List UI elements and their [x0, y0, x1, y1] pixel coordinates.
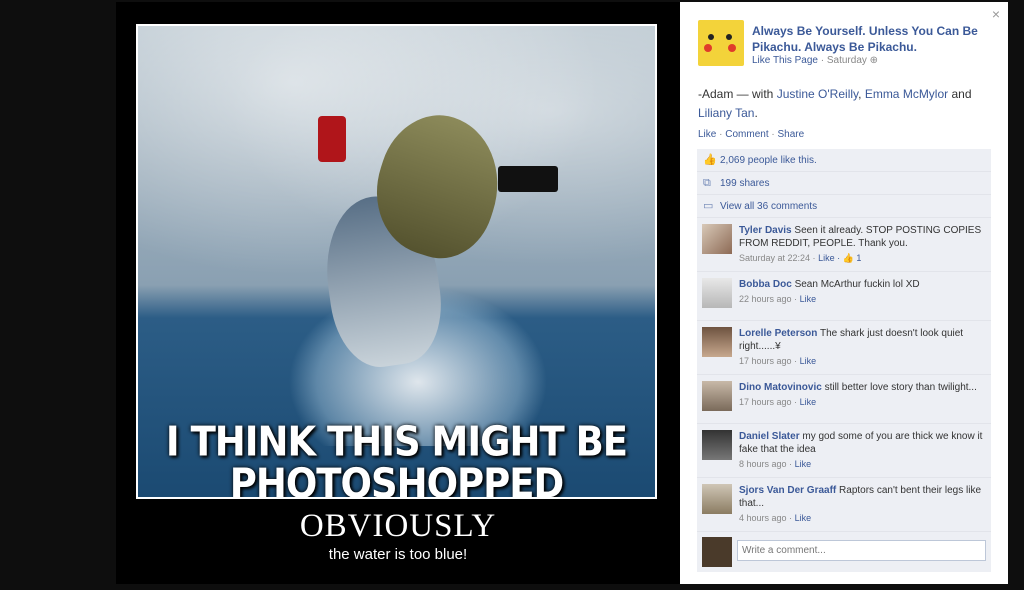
comment-meta: 17 hours ago · Like	[739, 397, 817, 407]
dynamite-graphic	[318, 116, 346, 162]
poster-subtitle: the water is too blue!	[328, 546, 468, 563]
write-comment-row: Write a comment...	[697, 532, 991, 572]
post-text-prefix: -Adam — with	[698, 87, 774, 101]
comment-like-count[interactable]: · 👍 1	[837, 253, 861, 263]
comment-item: Tyler Davis Seen it already. STOP POSTIN…	[697, 218, 991, 272]
uzi-graphic	[498, 166, 558, 192]
comment-input[interactable]: Write a comment...	[737, 540, 986, 561]
comment-item: Bobba Doc Sean McArthur fuckin lol XD 22…	[697, 272, 991, 321]
comment-link[interactable]: Comment	[725, 129, 768, 140]
comment-text: still better love story than twilight...	[824, 382, 977, 393]
avatar[interactable]	[702, 381, 732, 411]
feedback-box: 👍 2,069 people like this. ⧉ 199 shares ▭…	[697, 149, 991, 572]
comment-like-link[interactable]: Like	[800, 397, 817, 407]
comment-meta: 22 hours ago · Like	[739, 294, 817, 304]
comment-item: Sjors Van Der Graaff Raptors can't bent …	[697, 478, 991, 532]
page-meta: Like This Page · Saturday ⊕	[752, 55, 878, 66]
avatar[interactable]	[702, 224, 732, 254]
tagged-user-link[interactable]: Emma McMylor	[865, 87, 948, 101]
comment-icon: ▭	[703, 199, 714, 212]
tagged-user-link[interactable]: Justine O'Reilly	[777, 87, 858, 101]
comment-like-link[interactable]: Like	[795, 513, 812, 523]
photo-stage: I THINK THIS MIGHT BE PHOTOSHOPPED OBVIO…	[116, 2, 680, 584]
post-text: -Adam — with Justine O'Reilly, Emma McMy…	[698, 87, 972, 120]
avatar[interactable]	[702, 430, 732, 460]
poster-title: OBVIOUSLY	[299, 508, 497, 544]
comment-author-link[interactable]: Sjors Van Der Graaff	[739, 485, 836, 496]
view-comments-link[interactable]: View all 36 comments	[720, 201, 817, 212]
shares-row[interactable]: ⧉ 199 shares	[697, 172, 991, 195]
thumbs-up-icon: 👍	[703, 153, 717, 166]
comment-item: Daniel Slater my god some of you are thi…	[697, 424, 991, 478]
and-text: and	[951, 87, 972, 101]
globe-icon: ⊕	[869, 55, 879, 66]
comment-author-link[interactable]: Lorelle Peterson	[739, 328, 817, 339]
share-link[interactable]: Share	[778, 129, 805, 140]
comment-author-link[interactable]: Bobba Doc	[739, 279, 792, 290]
comment-like-link[interactable]: Like	[800, 294, 817, 304]
likes-count[interactable]: 2,069 people like this.	[720, 155, 817, 166]
comment-meta: 4 hours ago · Like	[739, 513, 812, 523]
avatar[interactable]	[702, 484, 732, 514]
comment-like-link[interactable]: Like	[795, 459, 812, 469]
page-name-link[interactable]: Always Be Yourself. Unless You Can Be Pi…	[752, 23, 992, 55]
comment-meta: 17 hours ago · Like	[739, 356, 817, 366]
comment-text: Sean McArthur fuckin lol XD	[794, 279, 920, 290]
shares-count[interactable]: 199 shares	[720, 178, 769, 189]
comment-like-link[interactable]: Like	[800, 356, 817, 366]
avatar[interactable]	[702, 327, 732, 357]
post-actions: Like · Comment · Share	[698, 129, 805, 140]
page-avatar[interactable]	[698, 20, 744, 66]
comment-meta: Saturday at 22:24 · Like · 👍 1	[739, 253, 862, 263]
view-comments-row[interactable]: ▭ View all 36 comments	[697, 195, 991, 218]
post-time: · Saturday	[820, 55, 867, 66]
poster-caption-line-2: PHOTOSHOPPED	[229, 459, 565, 499]
comment-like-link[interactable]: Like	[818, 253, 835, 263]
comment-author-link[interactable]: Dino Matovinovic	[739, 382, 822, 393]
likes-row[interactable]: 👍 2,069 people like this.	[697, 149, 991, 172]
comment-author-link[interactable]: Tyler Davis	[739, 225, 792, 236]
poster-image[interactable]: I THINK THIS MIGHT BE PHOTOSHOPPED	[136, 24, 657, 499]
comment-author-link[interactable]: Daniel Slater	[739, 431, 800, 442]
share-icon: ⧉	[703, 176, 711, 189]
comment-item: Dino Matovinovic still better love story…	[697, 375, 991, 424]
avatar[interactable]	[702, 278, 732, 308]
close-icon[interactable]: ×	[992, 6, 1000, 22]
avatar	[702, 537, 732, 567]
poster-caption-line-1: I THINK THIS MIGHT BE	[165, 417, 628, 466]
comment-item: Lorelle Peterson The shark just doesn't …	[697, 321, 991, 375]
comment-meta: 8 hours ago · Like	[739, 459, 812, 469]
tagged-user-link[interactable]: Liliany Tan	[698, 106, 754, 120]
like-link[interactable]: Like	[698, 129, 716, 140]
photo-sidebar: × Always Be Yourself. Unless You Can Be …	[680, 2, 1008, 584]
like-page-link[interactable]: Like This Page	[752, 55, 818, 66]
